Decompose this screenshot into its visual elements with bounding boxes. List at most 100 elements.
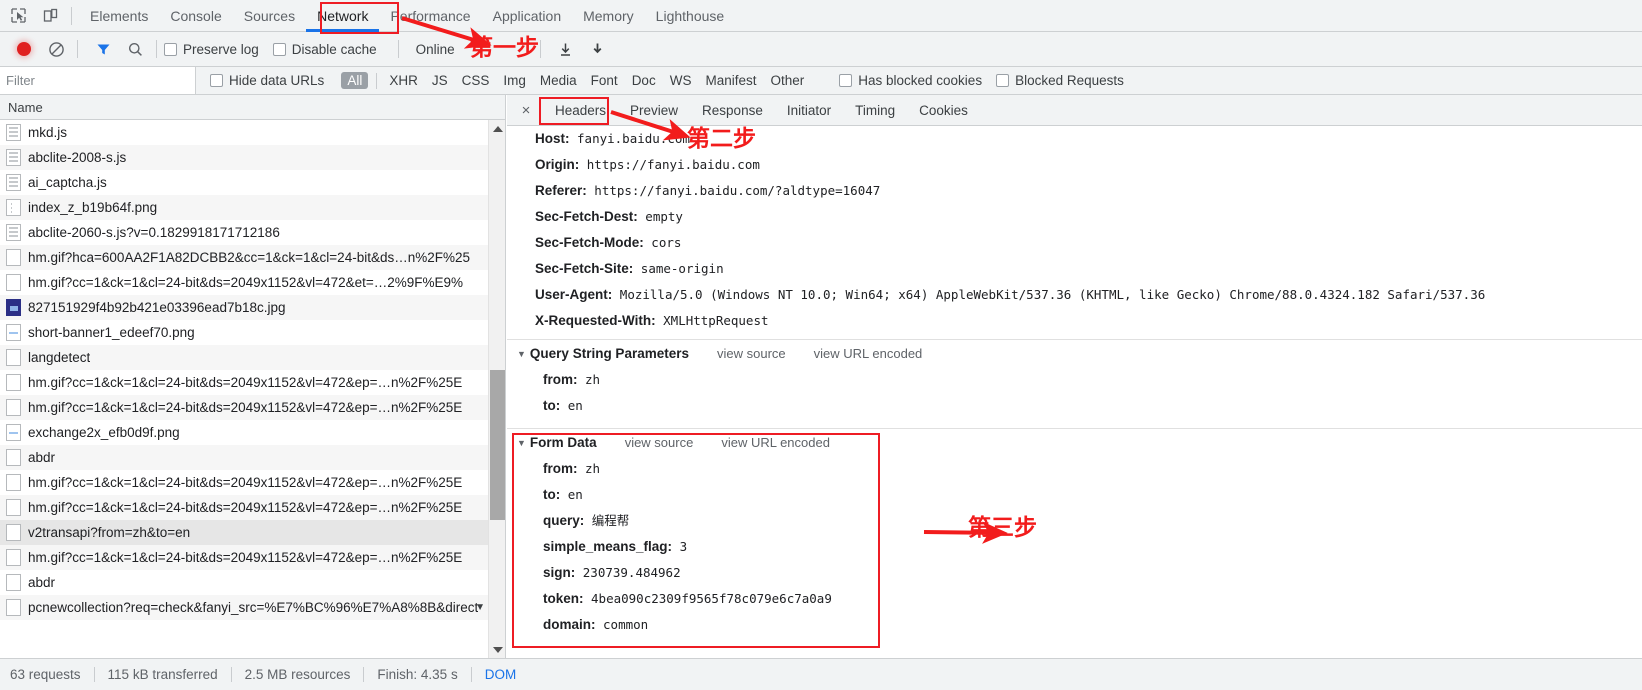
request-row[interactable]: pcnewcollection?req=check&fanyi_src=%E7%… [0,595,505,620]
param-key: domain: [543,617,596,632]
detail-tab-initiator[interactable]: Initiator [775,95,843,126]
filter-type-js[interactable]: JS [425,73,455,88]
import-har-icon[interactable] [552,36,580,62]
request-row[interactable]: index_z_b19b64f.png [0,195,505,220]
form-data-section-header[interactable]: ▼ Form Data view source view URL encoded [507,429,1642,456]
request-row[interactable]: hm.gif?cc=1&ck=1&cl=24-bit&ds=2049x1152&… [0,470,505,495]
tab-console[interactable]: Console [159,0,232,32]
device-toolbar-icon[interactable] [36,3,64,29]
status-resources: 2.5 MB resources [232,667,364,682]
header-row: Sec-Fetch-Site: same-origin [507,256,1642,282]
request-row[interactable]: hm.gif?cc=1&ck=1&cl=24-bit&ds=2049x1152&… [0,370,505,395]
export-har-icon[interactable] [584,36,612,62]
request-row[interactable]: abclite-2008-s.js [0,145,505,170]
close-icon[interactable]: × [515,99,537,121]
record-icon[interactable] [10,36,38,62]
request-name: mkd.js [28,125,67,140]
tab-performance[interactable]: Performance [379,0,481,32]
filter-type-other[interactable]: Other [763,73,811,88]
request-row[interactable]: ai_captcha.js [0,170,505,195]
param-key: to: [543,398,560,413]
scrollbar-thumb[interactable] [490,370,505,520]
detail-tab-preview[interactable]: Preview [618,95,690,126]
request-row[interactable]: hm.gif?cc=1&ck=1&cl=24-bit&ds=2049x1152&… [0,495,505,520]
query-string-section-header[interactable]: ▼ Query String Parameters view source vi… [507,340,1642,367]
inspect-element-icon[interactable] [4,3,32,29]
request-type-icon [6,399,21,416]
chevron-down-icon[interactable]: ▼ [517,349,526,359]
detail-tab-cookies[interactable]: Cookies [907,95,980,126]
param-value: 230739.484962 [575,565,680,580]
filter-type-ws[interactable]: WS [663,73,699,88]
request-type-icon [6,199,21,216]
scroll-up-icon[interactable] [489,120,506,137]
header-key: Origin: [535,157,579,172]
search-icon[interactable] [121,36,149,62]
filter-type-font[interactable]: Font [584,73,625,88]
filter-type-media[interactable]: Media [533,73,584,88]
throttling-select[interactable]: Online [406,42,465,57]
request-type-icon [6,224,21,241]
filter-icon[interactable] [89,36,117,62]
query-view-url-encoded-link[interactable]: view URL encoded [814,346,923,361]
request-row[interactable]: 827151929f4b92b421e03396ead7b18c.jpg [0,295,505,320]
blocked-requests-checkbox[interactable]: Blocked Requests [996,73,1124,88]
request-type-icon [6,249,21,266]
request-type-icon [6,549,21,566]
filter-type-css[interactable]: CSS [455,73,497,88]
form-view-url-encoded-link[interactable]: view URL encoded [721,435,830,450]
detail-tab-headers[interactable]: Headers [543,95,618,126]
request-row[interactable]: abdr [0,570,505,595]
header-row: Sec-Fetch-Mode: cors [507,230,1642,256]
scroll-down-icon[interactable] [489,641,506,658]
disable-cache-box [273,43,286,56]
request-row[interactable]: hm.gif?cc=1&ck=1&cl=24-bit&ds=2049x1152&… [0,545,505,570]
tab-sources[interactable]: Sources [233,0,306,32]
request-row[interactable]: hm.gif?hca=600AA2F1A82DCBB2&cc=1&ck=1&cl… [0,245,505,270]
disable-cache-checkbox[interactable]: Disable cache [273,42,377,57]
detail-tab-timing[interactable]: Timing [843,95,907,126]
param-value: 3 [672,539,687,554]
filter-type-img[interactable]: Img [496,73,533,88]
tab-elements[interactable]: Elements [79,0,159,32]
request-row[interactable]: exchange2x_efb0d9f.png [0,420,505,445]
request-row[interactable]: mkd.js [0,120,505,145]
request-row[interactable]: hm.gif?cc=1&ck=1&cl=24-bit&ds=2049x1152&… [0,270,505,295]
tab-memory[interactable]: Memory [572,0,645,32]
header-key: User-Agent: [535,287,612,302]
filter-input[interactable] [0,67,196,94]
blocked-requests-label: Blocked Requests [1015,73,1124,88]
query-string-title: Query String Parameters [530,346,689,361]
request-row[interactable]: langdetect [0,345,505,370]
filter-type-xhr[interactable]: XHR [382,73,425,88]
row-overflow-chevron-down-icon[interactable]: ▼ [475,602,485,613]
filter-type-manifest[interactable]: Manifest [698,73,763,88]
request-type-icon [6,599,21,616]
tab-network[interactable]: Network [306,0,379,32]
filter-type-all[interactable]: All [341,72,368,89]
form-view-source-link[interactable]: view source [625,435,694,450]
request-name: hm.gif?hca=600AA2F1A82DCBB2&cc=1&ck=1&cl… [28,250,470,265]
request-row[interactable]: abdr [0,445,505,470]
request-row[interactable]: hm.gif?cc=1&ck=1&cl=24-bit&ds=2049x1152&… [0,395,505,420]
annotation-step3: 第三步 [968,508,1037,542]
filter-type-doc[interactable]: Doc [625,73,663,88]
hide-data-urls-checkbox[interactable]: Hide data URLs [210,73,324,88]
request-type-icon [6,174,21,191]
clear-icon[interactable] [42,36,70,62]
has-blocked-cookies-label: Has blocked cookies [858,73,982,88]
param-value: 编程帮 [584,513,629,528]
preserve-log-checkbox[interactable]: Preserve log [164,42,259,57]
tab-application[interactable]: Application [482,0,573,32]
request-row[interactable]: abclite-2060-s.js?v=0.1829918171712186 [0,220,505,245]
header-key: Sec-Fetch-Mode: [535,235,644,250]
request-row[interactable]: v2transapi?from=zh&to=en [0,520,505,545]
request-list-column-name[interactable]: Name [0,95,505,120]
request-list-scrollbar[interactable] [488,120,505,658]
chevron-down-icon-2[interactable]: ▼ [517,438,526,448]
has-blocked-cookies-checkbox[interactable]: Has blocked cookies [839,73,982,88]
toolbar-divider [71,7,72,25]
query-view-source-link[interactable]: view source [717,346,786,361]
tab-lighthouse[interactable]: Lighthouse [645,0,736,32]
request-row[interactable]: short-banner1_edeef70.png [0,320,505,345]
